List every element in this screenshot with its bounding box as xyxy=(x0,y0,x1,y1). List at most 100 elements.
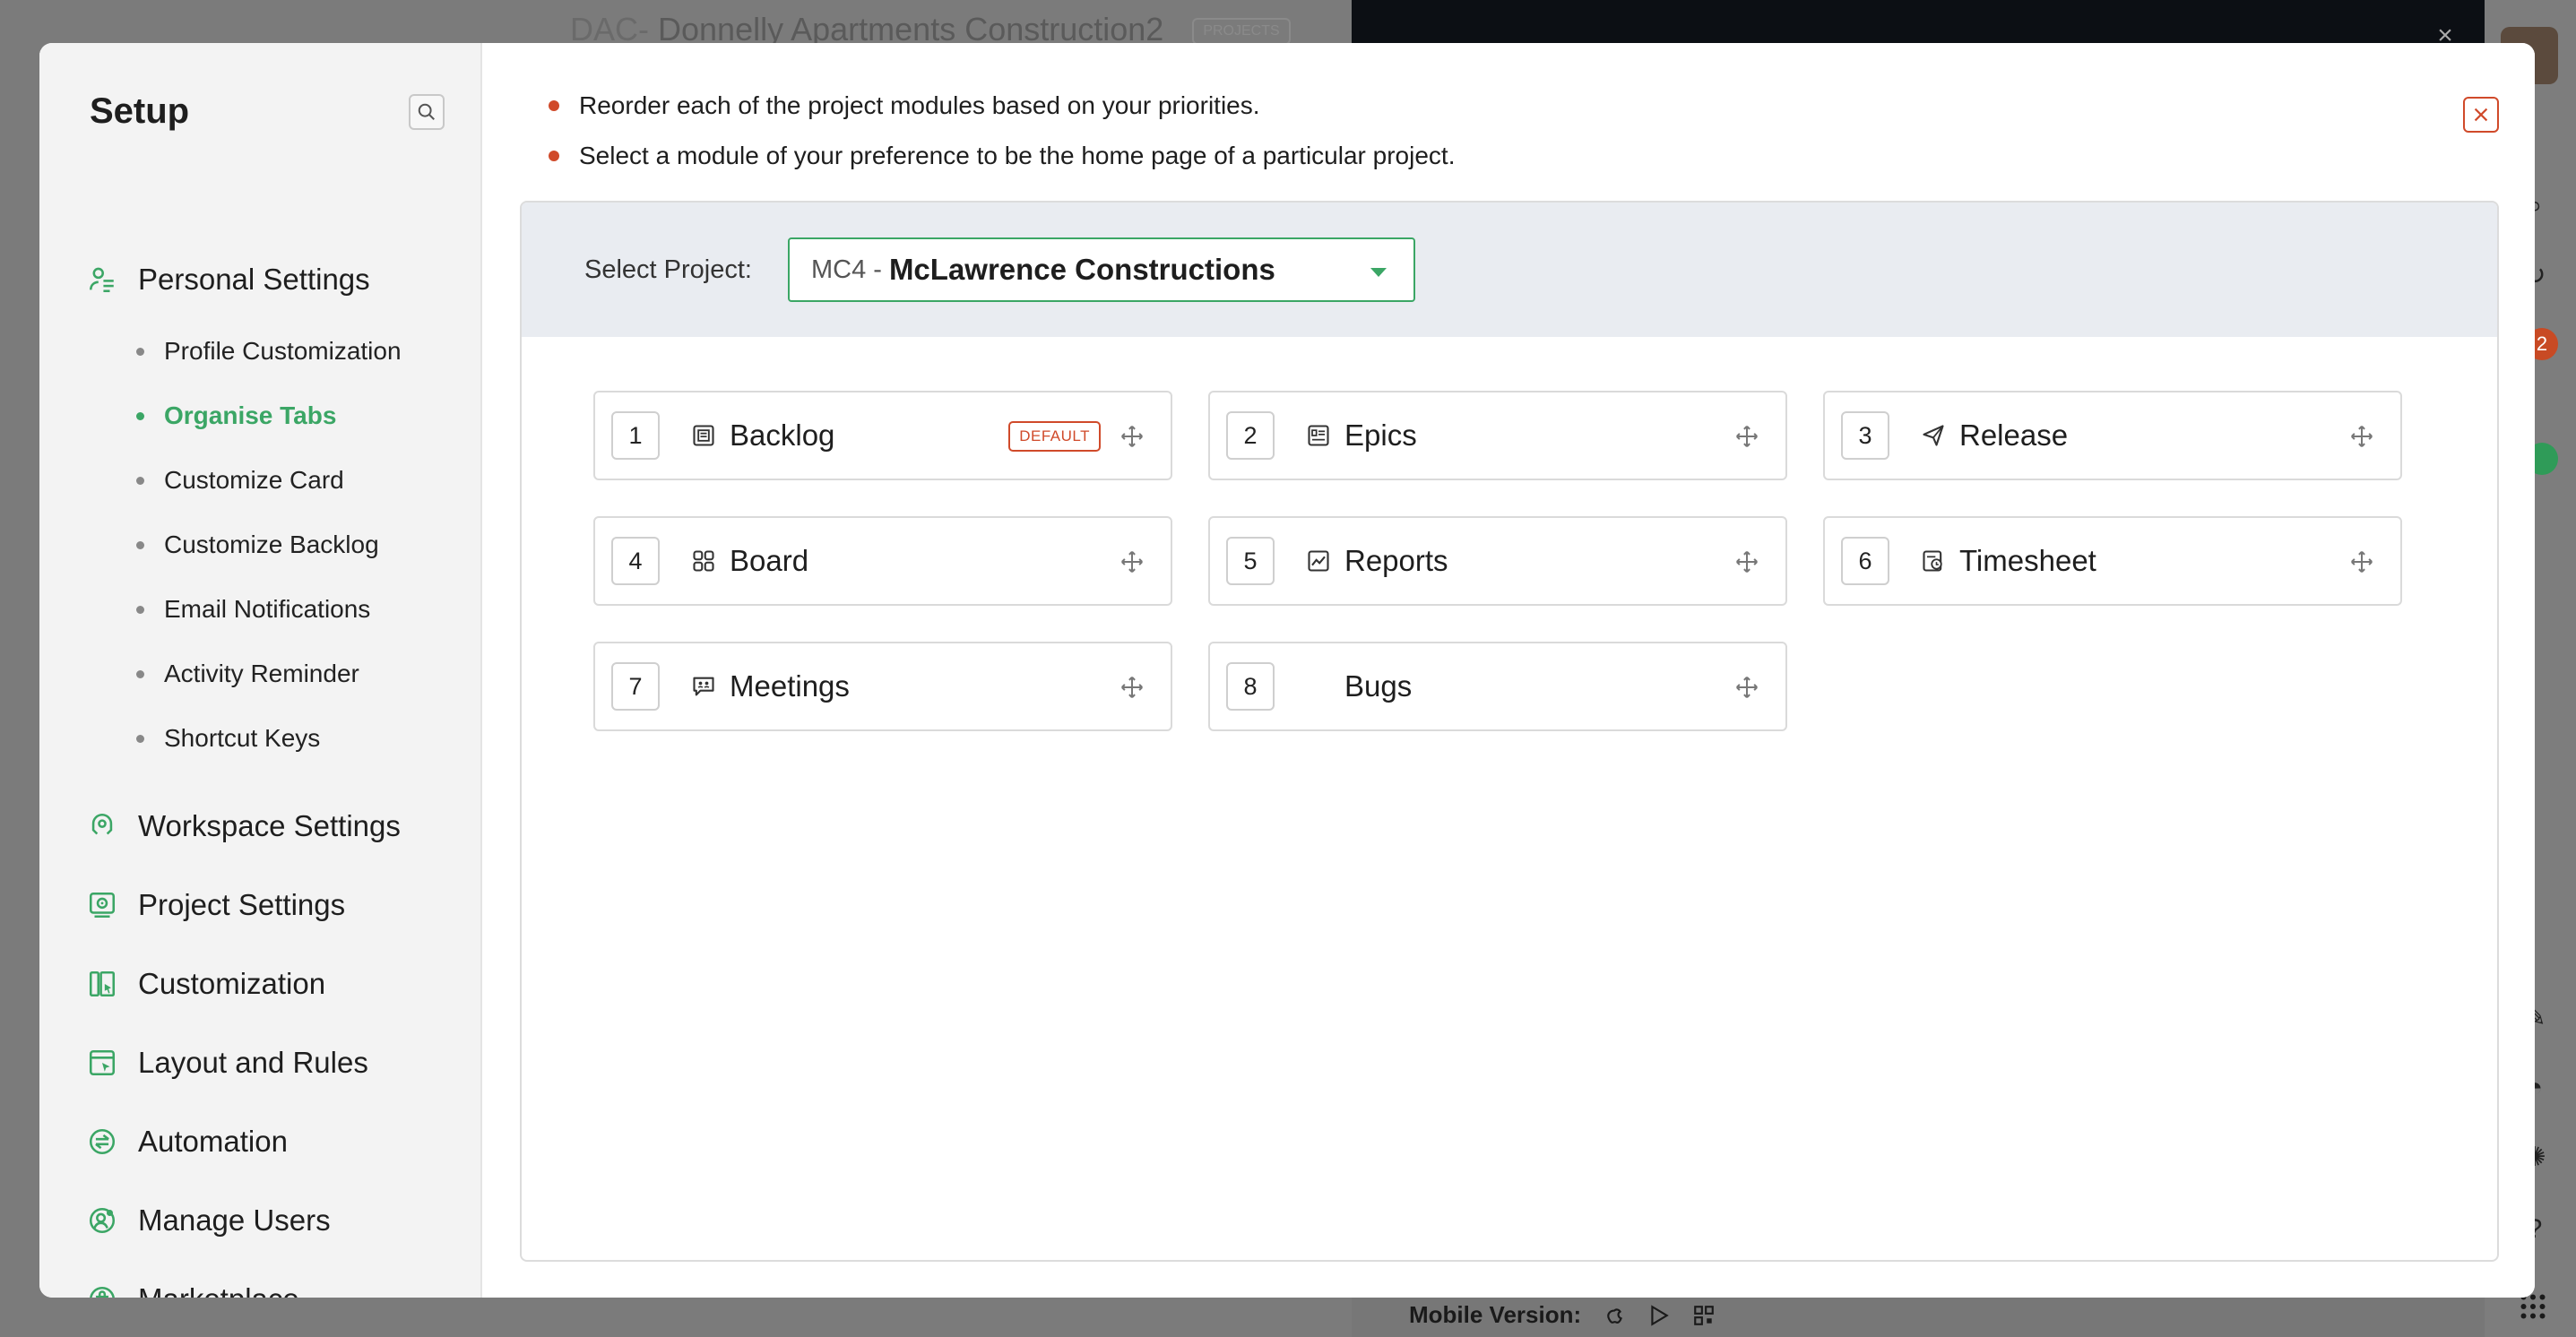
module-card-timesheet[interactable]: 6 Timesheet xyxy=(1823,516,2402,606)
epics-icon xyxy=(1305,422,1332,449)
background-dark-header xyxy=(1352,0,2485,43)
setup-sidebar: Setup Personal Settings Profile Customiz… xyxy=(39,43,482,1298)
drag-handle-icon[interactable] xyxy=(2348,548,2375,575)
sidebar-item-profile-customization[interactable]: Profile Customization xyxy=(86,319,462,384)
sidebar-item-personal-settings[interactable]: Personal Settings xyxy=(86,240,462,319)
sidebar-item-label: Project Settings xyxy=(138,888,346,921)
board-icon xyxy=(690,548,717,574)
mobile-version-bar: Mobile Version: xyxy=(1409,1301,1716,1329)
module-order-number: 4 xyxy=(611,537,660,585)
modules-panel: Select Project: MC4 - McLawrence Constru… xyxy=(520,201,2499,1262)
module-order-number: 6 xyxy=(1841,537,1889,585)
close-icon xyxy=(2474,108,2488,122)
instruction-item: Select a module of your preference to be… xyxy=(549,131,1455,181)
project-select-dropdown[interactable]: MC4 - McLawrence Constructions xyxy=(787,237,1415,302)
module-name: Release xyxy=(1959,418,2069,452)
sidebar-item-label: Manage Users xyxy=(138,1203,331,1237)
marketplace-icon xyxy=(86,1283,118,1298)
search-icon xyxy=(418,103,435,120)
module-order-number: 1 xyxy=(611,411,660,460)
drag-handle-icon[interactable] xyxy=(1733,423,1760,450)
sidebar-item-label: Automation xyxy=(138,1125,288,1158)
backlog-icon xyxy=(690,422,717,449)
module-name: Backlog xyxy=(730,418,835,452)
workspace-icon xyxy=(86,810,118,842)
module-card-release[interactable]: 3 Release xyxy=(1823,391,2402,480)
drag-handle-icon[interactable] xyxy=(1119,548,1145,575)
sidebar-item-customization[interactable]: Customization xyxy=(86,945,462,1023)
drag-handle-icon[interactable] xyxy=(1733,548,1760,575)
default-badge: DEFAULT xyxy=(1008,421,1101,452)
module-name: Bugs xyxy=(1344,669,1413,703)
sidebar-item-manage-users[interactable]: Manage Users xyxy=(86,1181,462,1260)
qr-code-icon xyxy=(1694,1305,1714,1325)
meetings-icon xyxy=(690,673,717,700)
sidebar-item-shortcut-keys[interactable]: Shortcut Keys xyxy=(86,706,462,771)
sidebar-title: Setup xyxy=(90,91,190,131)
module-card-meetings[interactable]: 7 Meetings xyxy=(593,642,1172,731)
module-card-reports[interactable]: 5 Reports xyxy=(1208,516,1787,606)
bugs-icon xyxy=(1305,673,1332,700)
setup-modal: Setup Personal Settings Profile Customiz… xyxy=(39,43,2535,1298)
sidebar-item-label: Layout and Rules xyxy=(138,1046,368,1079)
sidebar-item-organise-tabs[interactable]: Organise Tabs xyxy=(86,384,462,448)
module-name: Timesheet xyxy=(1959,544,2096,577)
module-order-number: 7 xyxy=(611,662,660,711)
project-name: McLawrence Constructions xyxy=(888,253,1275,286)
setup-nav: Personal Settings Profile Customization … xyxy=(86,240,462,1298)
project-selector-bar: Select Project: MC4 - McLawrence Constru… xyxy=(522,203,2497,337)
close-button[interactable] xyxy=(2463,97,2499,133)
module-order-number: 8 xyxy=(1226,662,1275,711)
project-code: MC4 - xyxy=(810,254,882,284)
sidebar-item-label: Personal Settings xyxy=(138,263,370,296)
modules-grid: 1 Backlog DEFAULT 2 Epics 3 Release 4 Bo… xyxy=(593,391,2402,731)
chevron-down-icon xyxy=(1370,268,1387,277)
select-project-label: Select Project: xyxy=(584,254,752,284)
module-card-epics[interactable]: 2 Epics xyxy=(1208,391,1787,480)
module-name: Meetings xyxy=(730,669,850,703)
sidebar-item-customize-backlog[interactable]: Customize Backlog xyxy=(86,513,462,577)
sidebar-header: Setup xyxy=(90,91,445,132)
module-name: Reports xyxy=(1344,544,1448,577)
user-settings-icon xyxy=(86,263,118,296)
instructions: Reorder each of the project modules base… xyxy=(549,81,1455,181)
instruction-item: Reorder each of the project modules base… xyxy=(549,81,1455,131)
layout-rules-icon xyxy=(86,1047,118,1079)
sidebar-item-workspace-settings[interactable]: Workspace Settings xyxy=(86,787,462,866)
sidebar-item-label: Customization xyxy=(138,967,326,1000)
sidebar-search-button[interactable] xyxy=(409,93,445,130)
background-projects-badge: PROJECTS xyxy=(1192,18,1291,46)
module-order-number: 2 xyxy=(1226,411,1275,460)
sidebar-item-marketplace[interactable]: Marketplace xyxy=(86,1260,462,1298)
project-settings-icon xyxy=(86,889,118,921)
sidebar-item-email-notifications[interactable]: Email Notifications xyxy=(86,577,462,642)
module-order-number: 5 xyxy=(1226,537,1275,585)
drag-handle-icon[interactable] xyxy=(1119,423,1145,450)
sidebar-item-customize-card[interactable]: Customize Card xyxy=(86,448,462,513)
sidebar-item-activity-reminder[interactable]: Activity Reminder xyxy=(86,642,462,706)
module-card-board[interactable]: 4 Board xyxy=(593,516,1172,606)
drag-handle-icon[interactable] xyxy=(2348,423,2375,450)
customization-icon xyxy=(86,968,118,1000)
module-card-bugs[interactable]: 8 Bugs xyxy=(1208,642,1787,731)
sidebar-item-layout-and-rules[interactable]: Layout and Rules xyxy=(86,1023,462,1102)
apple-icon xyxy=(1607,1307,1623,1324)
play-store-icon xyxy=(1651,1304,1669,1326)
release-icon xyxy=(1920,422,1947,449)
sidebar-item-automation[interactable]: Automation xyxy=(86,1102,462,1181)
drag-handle-icon[interactable] xyxy=(1733,674,1760,701)
organise-tabs-content: Reorder each of the project modules base… xyxy=(482,43,2535,1298)
sidebar-item-label: Marketplace xyxy=(138,1282,299,1298)
drag-handle-icon[interactable] xyxy=(1119,674,1145,701)
module-order-number: 3 xyxy=(1841,411,1889,460)
reports-icon xyxy=(1305,548,1332,574)
module-name: Epics xyxy=(1344,418,1417,452)
automation-icon xyxy=(86,1126,118,1158)
sidebar-item-label: Workspace Settings xyxy=(138,809,401,842)
manage-users-icon xyxy=(86,1204,118,1237)
module-name: Board xyxy=(730,544,809,577)
module-card-backlog[interactable]: 1 Backlog DEFAULT xyxy=(593,391,1172,480)
sidebar-item-project-settings[interactable]: Project Settings xyxy=(86,866,462,945)
personal-settings-submenu: Profile Customization Organise Tabs Cust… xyxy=(86,319,462,771)
timesheet-icon xyxy=(1920,548,1947,574)
